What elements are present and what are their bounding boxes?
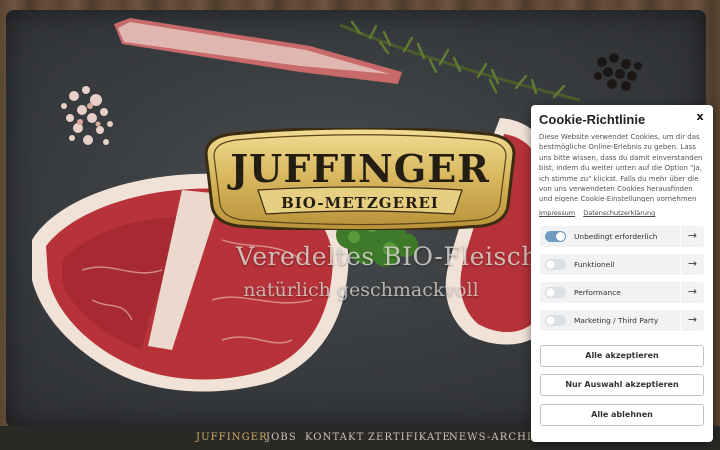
brand-logo[interactable]: JUFFINGER BIO-METZGEREI [192,128,528,230]
cookie-category-functional[interactable]: Funktionell → [540,254,704,275]
toggle-functional[interactable] [545,259,566,270]
toggle-performance[interactable] [545,287,566,298]
peppercorns-image [594,53,642,91]
cookie-dialog-title: Cookie-Richtlinie [539,112,646,127]
cookie-category-essential[interactable]: Unbedingt erforderlich → [540,226,704,247]
cookie-consent-dialog: Cookie-Richtlinie x Diese Website verwen… [531,105,713,442]
tagline-main: Veredeltes BIO-Fleisch [236,242,538,271]
category-label: Funktionell [574,260,615,269]
arrow-right-icon[interactable]: → [680,310,704,331]
cookie-links: Impressum Datenschutzerklärung [539,209,661,217]
accept-all-button[interactable]: Alle akzeptieren [540,345,704,367]
logo-title: JUFFINGER [230,146,490,191]
nav-item-zertifikate[interactable]: ZERTIFIKATE [368,432,451,443]
toggle-knob [546,260,555,269]
nav-item-jobs[interactable]: JOBS [266,432,297,443]
arrow-right-icon[interactable]: → [680,254,704,275]
logo-subtitle: BIO-METZGEREI [281,194,439,212]
impressum-link[interactable]: Impressum [539,209,575,217]
reject-all-button[interactable]: Alle ablehnen [540,404,704,426]
nav-item-kontakt[interactable]: KONTAKT [305,432,364,443]
arrow-right-icon[interactable]: → [680,226,704,247]
toggle-essential[interactable] [545,231,566,242]
nav-item-juffinger[interactable]: JUFFINGER [196,432,268,443]
cookie-category-performance[interactable]: Performance → [540,282,704,303]
toggle-knob [546,288,555,297]
accept-selection-button[interactable]: Nur Auswahl akzeptieren [540,374,704,396]
privacy-policy-link[interactable]: Datenschutzerklärung [583,209,655,217]
cookie-category-marketing[interactable]: Marketing / Third Party → [540,310,704,331]
toggle-knob [556,232,565,241]
nav-item-news-archiv[interactable]: NEWS-ARCHIV [449,432,540,443]
category-label: Performance [574,288,621,297]
category-label: Unbedingt erforderlich [574,232,658,241]
tagline-sub: natürlich geschmackvoll [243,279,479,301]
cookie-description: Diese Website verwendet Cookies, um dir … [539,133,703,202]
category-label: Marketing / Third Party [574,316,659,325]
rosemary-image [340,20,580,102]
close-icon[interactable]: x [693,110,707,124]
toggle-knob [546,316,555,325]
toggle-marketing[interactable] [545,315,566,326]
arrow-right-icon[interactable]: → [680,282,704,303]
